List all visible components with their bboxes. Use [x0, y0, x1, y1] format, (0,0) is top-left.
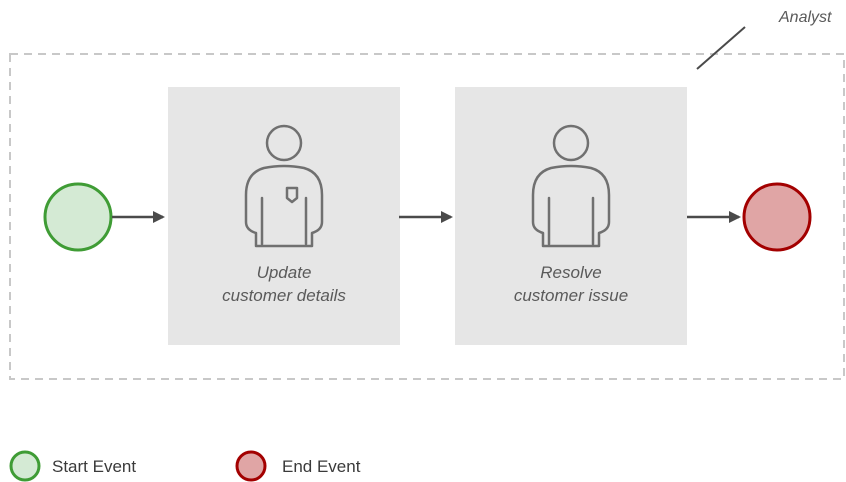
- legend-end-label: End Event: [282, 457, 361, 476]
- task-resolve-customer-issue[interactable]: Resolve customer issue: [455, 87, 687, 345]
- task-label-line2: customer issue: [514, 286, 628, 305]
- lane-label-leader: [696, 26, 746, 70]
- task-update-customer-details[interactable]: Update customer details: [168, 87, 400, 345]
- end-event[interactable]: [742, 182, 812, 252]
- start-event[interactable]: [43, 182, 113, 252]
- legend-start-icon: [9, 450, 41, 482]
- task-label-line2: customer details: [222, 286, 346, 305]
- task-label-line1: Update: [257, 263, 312, 282]
- process-diagram: Analyst Update customer details Resolve …: [9, 9, 845, 482]
- legend-start-label: Start Event: [52, 457, 136, 476]
- task-label-line1: Resolve: [540, 263, 601, 282]
- legend-end-icon: [235, 450, 267, 482]
- lane-label: Analyst: [778, 9, 832, 26]
- legend: Start Event End Event: [9, 450, 361, 482]
